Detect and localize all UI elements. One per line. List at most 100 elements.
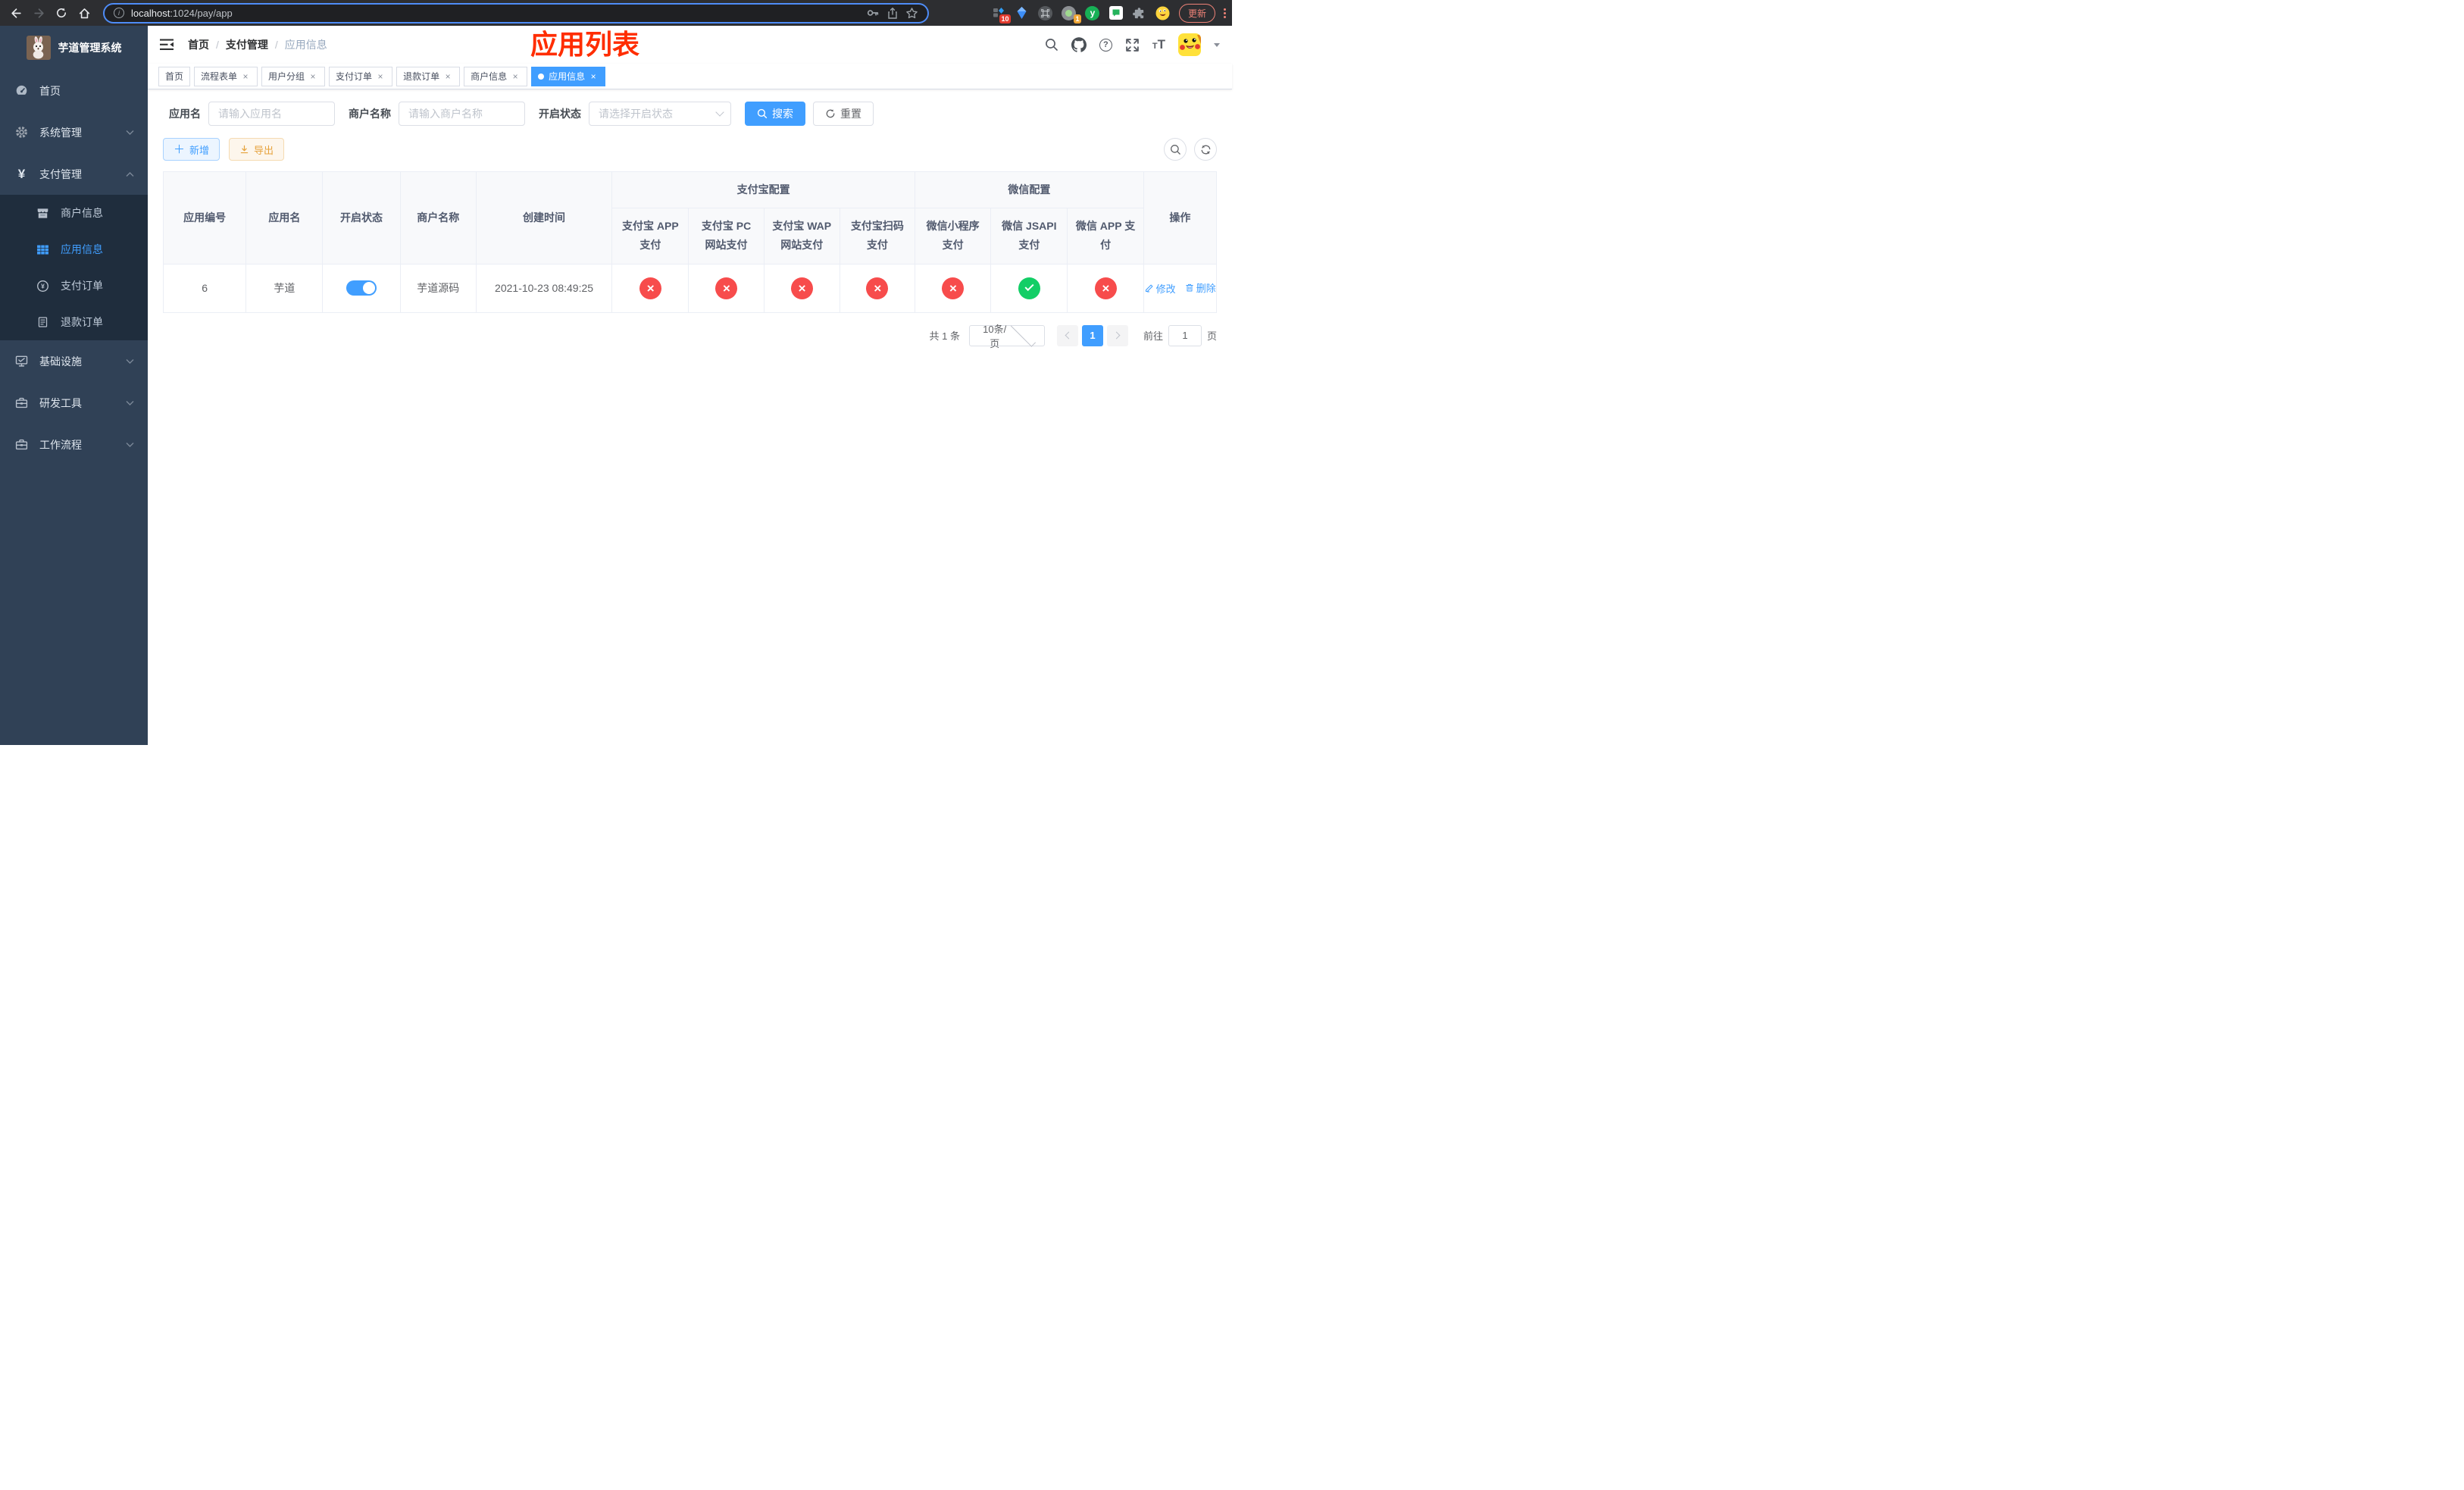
total-count: 共 1 条 <box>929 330 960 343</box>
bookmark-star-icon[interactable] <box>905 7 918 20</box>
sidebar-item-label: 支付管理 <box>39 167 82 180</box>
avatar-caret-icon[interactable] <box>1214 42 1220 50</box>
yen-icon: ¥ <box>17 167 26 181</box>
profile-avatar[interactable] <box>1155 5 1171 20</box>
download-icon <box>240 145 249 153</box>
breadcrumb-home[interactable]: 首页 <box>188 37 209 52</box>
chevron-down-icon <box>1011 321 1037 347</box>
chrome-update-button[interactable]: 更新 <box>1178 3 1215 23</box>
password-key-icon[interactable] <box>866 6 880 20</box>
grid-icon <box>36 243 49 256</box>
reset-button[interactable]: 重置 <box>813 102 874 126</box>
add-button[interactable]: ＋ 新增 <box>163 138 220 161</box>
home-icon <box>79 8 89 18</box>
col-merchant-name: 商户名称 <box>399 171 477 265</box>
extension-icon-5[interactable]: y <box>1085 5 1100 20</box>
toggle-search-button[interactable] <box>1164 138 1187 161</box>
col-create-time: 创建时间 <box>475 171 613 265</box>
command-extension-icon <box>1038 5 1053 20</box>
sidebar-item-infra[interactable]: 基础设施 <box>0 340 148 382</box>
tab-user-group[interactable]: 用户分组 × <box>261 66 326 86</box>
cell-merchant-name: 芋道源码 <box>399 263 477 313</box>
close-icon[interactable]: × <box>308 71 318 82</box>
enabled-toggle[interactable] <box>346 280 377 296</box>
user-avatar[interactable] <box>1178 33 1201 56</box>
close-icon[interactable]: × <box>510 71 521 82</box>
status-alipay-app-icon <box>639 277 661 299</box>
extensions-puzzle-icon[interactable] <box>1132 5 1147 20</box>
extension-icon-2[interactable] <box>1015 5 1030 20</box>
site-info-icon[interactable]: i <box>114 8 124 18</box>
browser-reload-button[interactable] <box>52 3 71 23</box>
help-icon[interactable]: ? <box>1099 38 1112 52</box>
sidebar-item-label: 工作流程 <box>39 438 82 451</box>
page-size-select[interactable]: 10条/页 <box>968 321 1045 349</box>
prev-page-button[interactable] <box>1056 324 1078 346</box>
font-size-button[interactable]: TT <box>1152 38 1165 52</box>
merchant-name-input[interactable] <box>399 102 525 126</box>
page-number-1[interactable]: 1 <box>1081 324 1103 346</box>
sidebar-item-pay-order[interactable]: ¥ 支付订单 <box>0 268 148 304</box>
sidebar-item-payment[interactable]: ¥ 支付管理 <box>0 153 148 195</box>
svg-text:¥: ¥ <box>41 282 45 290</box>
col-actions: 操作 <box>1143 171 1218 265</box>
extensions-area: 10 1 y 更新 <box>938 3 1226 23</box>
github-link[interactable] <box>1071 37 1087 52</box>
close-icon[interactable]: × <box>240 71 251 82</box>
extension-icon-3[interactable] <box>1038 5 1053 20</box>
sidebar-item-system[interactable]: 系统管理 <box>0 111 148 153</box>
browser-back-button[interactable] <box>6 3 26 23</box>
share-icon[interactable] <box>886 7 899 20</box>
tab-app-info[interactable]: 应用信息 × <box>531 66 606 86</box>
cell-open-status <box>322 263 401 313</box>
col-group-wechat: 微信配置 <box>915 171 1144 209</box>
back-icon <box>11 8 21 18</box>
tab-home[interactable]: 首页 <box>158 66 191 86</box>
extension-icon-1[interactable]: 10 <box>991 5 1011 23</box>
browser-menu-icon[interactable] <box>1224 8 1226 18</box>
tab-refund-order[interactable]: 退款订单 × <box>396 66 461 86</box>
sidebar-item-workflow[interactable]: 工作流程 <box>0 424 148 465</box>
next-page-button[interactable] <box>1106 324 1128 346</box>
sidebar-item-merchant-info[interactable]: 商户信息 <box>0 195 148 231</box>
close-icon[interactable]: × <box>442 71 453 82</box>
edit-button[interactable]: 修改 <box>1145 281 1176 296</box>
header-search-button[interactable] <box>1045 38 1058 52</box>
fullscreen-button[interactable] <box>1125 38 1140 52</box>
sidebar-item-refund-order[interactable]: 退款订单 <box>0 304 148 340</box>
table-toolbar: ＋ 新增 导出 <box>163 138 1217 161</box>
status-select[interactable]: 请选择开启状态 <box>589 102 731 126</box>
address-bar[interactable]: i localhost:1024/pay/app <box>103 2 929 23</box>
extension-icon-6[interactable] <box>1108 5 1124 20</box>
sidebar-fold-button[interactable] <box>160 39 174 51</box>
chevron-down-icon <box>126 130 134 136</box>
search-button[interactable]: 搜索 <box>745 102 805 126</box>
breadcrumb-section[interactable]: 支付管理 <box>226 37 268 52</box>
sidebar-item-dev-tools[interactable]: 研发工具 <box>0 382 148 424</box>
export-button[interactable]: 导出 <box>229 138 285 161</box>
forward-icon <box>33 8 44 18</box>
gem-extension-icon <box>1017 7 1027 19</box>
tab-merchant-info[interactable]: 商户信息 × <box>464 66 528 86</box>
close-icon[interactable]: × <box>375 71 386 82</box>
extension-icon-4[interactable]: 1 <box>1062 5 1081 23</box>
tab-process-form[interactable]: 流程表单 × <box>194 66 258 86</box>
search-icon <box>1170 144 1180 155</box>
hamburger-fold-icon <box>160 39 174 50</box>
app-name-input[interactable] <box>208 102 335 126</box>
app-logo[interactable]: 芋道管理系统 <box>0 26 148 70</box>
sidebar-item-home[interactable]: 首页 <box>0 70 148 111</box>
trash-icon <box>1186 284 1193 292</box>
sidebar-item-label: 研发工具 <box>39 396 82 409</box>
col-wx-mini: 微信小程序支付 <box>915 208 992 265</box>
briefcase-icon <box>15 438 28 451</box>
tab-pay-order[interactable]: 支付订单 × <box>329 66 393 86</box>
delete-button[interactable]: 删除 <box>1185 280 1216 295</box>
refresh-table-button[interactable] <box>1194 138 1217 161</box>
sidebar-item-app-info[interactable]: 应用信息 <box>0 231 148 268</box>
browser-forward-button[interactable] <box>29 3 48 23</box>
app-name-label: 应用名 <box>169 108 201 120</box>
browser-home-button[interactable] <box>74 3 94 23</box>
close-icon[interactable]: × <box>588 71 599 82</box>
goto-page-input[interactable] <box>1168 324 1202 346</box>
